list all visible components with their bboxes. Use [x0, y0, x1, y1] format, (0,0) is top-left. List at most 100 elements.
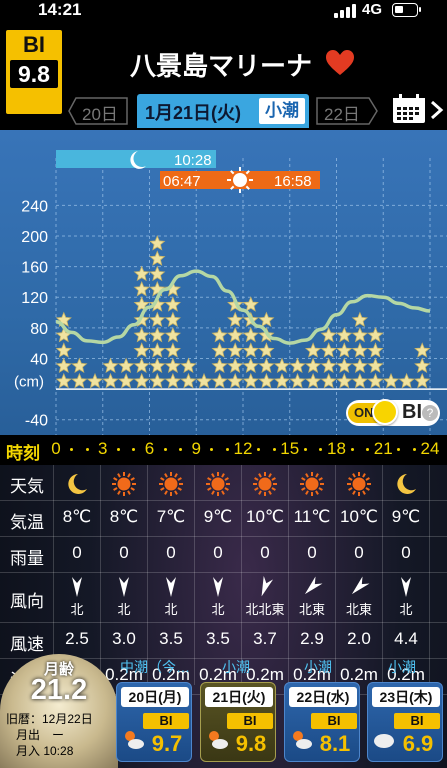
- wind-arrow-icon: [72, 577, 82, 597]
- bi-star: [242, 372, 259, 389]
- y-tick-label: 200: [21, 229, 48, 246]
- weather-cell: [336, 471, 382, 502]
- bi-star: [133, 265, 150, 282]
- rainfall-cell: 0: [401, 543, 411, 562]
- bi-star: [102, 357, 119, 374]
- next-day-tab[interactable]: 22日: [316, 97, 378, 125]
- weather-row-label: 天気: [10, 477, 44, 496]
- bi-toggle[interactable]: ON BI ?: [346, 399, 440, 426]
- bi-star: [367, 326, 384, 343]
- wind-direction-label: 北: [211, 602, 225, 617]
- lunar-date: 旧暦：12月22日: [6, 712, 93, 726]
- bi-star: [180, 357, 197, 374]
- sunrise-label: 06:47: [163, 173, 201, 190]
- column-divider: [53, 465, 54, 685]
- battery-icon: [392, 3, 421, 17]
- bi-star: [320, 342, 337, 358]
- bi-star: [242, 342, 259, 358]
- tide-sub-3: 小潮: [388, 659, 416, 675]
- column-divider: [100, 465, 101, 685]
- bi-star: [227, 372, 244, 389]
- wind-arrow-icon: [304, 576, 323, 595]
- heart-icon[interactable]: [326, 50, 354, 76]
- weather-table: 天気 気温 8℃ 8℃ 7℃ 9℃ 10℃ 11℃ 10℃ 9℃ 雨量 0 0 0 0 0 0 0 0 風向…: [0, 465, 447, 695]
- bi-star: [149, 357, 166, 374]
- bi-star: [351, 372, 369, 389]
- temperature-cell: 8℃: [109, 507, 139, 526]
- time-tick-dot: [132, 448, 136, 451]
- current-date-tab: 1月21日(火) 小潮: [137, 94, 309, 128]
- bi-star: [242, 357, 259, 374]
- weather-cell: [101, 471, 147, 502]
- day-card-bi-label: BI: [143, 713, 189, 729]
- y-tick-label: 40: [30, 351, 48, 368]
- sun-icon: [253, 472, 277, 496]
- weather-cell: [195, 471, 241, 502]
- bi-star: [367, 372, 384, 389]
- bi-star: [133, 372, 150, 389]
- tide-name: 小潮: [259, 98, 305, 124]
- day-card-bi-label: BI: [311, 713, 357, 729]
- day-card-22[interactable]: 22日(水) BI 8.1: [284, 682, 360, 762]
- column-divider: [429, 465, 430, 685]
- wind-speed-cell: 3.0: [112, 629, 136, 648]
- bi-star: [227, 342, 244, 358]
- wind-direction-row: 風向 北北北北北北東 北東 北東北: [0, 573, 447, 623]
- bi-star: [320, 357, 337, 374]
- status-time: 14:21: [38, 0, 82, 19]
- time-tick-label: 9: [191, 439, 201, 458]
- temperature-cell: 11℃: [293, 507, 331, 526]
- temperature-cell: 9℃: [203, 507, 233, 526]
- help-icon[interactable]: ?: [422, 405, 438, 421]
- weather-cell: [148, 471, 194, 502]
- time-tick-dot: [179, 448, 183, 451]
- wind-direction-cell: 北: [101, 577, 147, 618]
- tide-chart: 240 200 160 120 80 40 -40 (cm) 10:28 06:47 16:58: [0, 130, 447, 435]
- bi-star: [227, 311, 244, 328]
- y-tick-label: -40: [25, 413, 48, 430]
- wind-direction-label: 北: [117, 602, 131, 617]
- time-tick-label: 18: [327, 439, 346, 458]
- bi-badge[interactable]: BI 9.8: [6, 30, 62, 114]
- bi-toggle-knob[interactable]: [372, 399, 398, 425]
- bi-star: [242, 296, 259, 312]
- tide-sub-1: 小潮: [222, 659, 250, 675]
- temperature-cell: 8℃: [62, 507, 92, 526]
- day-card-bi-label: BI: [227, 713, 273, 729]
- day-card-21[interactable]: 21日(火) BI 9.8: [200, 682, 276, 762]
- bi-badge-value: 9.8: [10, 60, 58, 88]
- status-bar: 14:21 4G: [0, 0, 447, 22]
- wind-direction-cell: 北: [148, 577, 194, 618]
- time-tick-dot: [210, 448, 214, 451]
- tide-sub-0: 中潮（今…: [120, 659, 190, 675]
- y-tick-label: 80: [30, 321, 48, 338]
- day-card-23[interactable]: 23日(木) BI 6.9: [367, 682, 443, 762]
- rainfall-cell: 0: [166, 543, 176, 562]
- bi-star: [86, 372, 104, 389]
- bi-toggle-state: ON: [354, 405, 374, 420]
- bi-badge-label: BI: [23, 32, 45, 57]
- prev-day-label: 20日: [82, 105, 118, 124]
- bi-toggle-switch[interactable]: ON: [348, 399, 398, 425]
- bi-star: [336, 372, 353, 389]
- prev-day-tab[interactable]: 20日: [68, 97, 128, 125]
- wind-arrow-icon: [401, 577, 411, 597]
- bi-star: [149, 235, 166, 251]
- bi-star: [211, 342, 228, 358]
- rainfall-cell: 0: [307, 543, 317, 562]
- wind-speed-cell: 4.4: [394, 629, 418, 648]
- calendar-icon[interactable]: [391, 94, 427, 124]
- time-tick-label: 6: [144, 439, 155, 458]
- bi-star: [149, 372, 166, 389]
- day-card-20[interactable]: 20日(月) BI 9.7: [116, 682, 192, 762]
- day-card-bi-value: 9.7: [151, 731, 183, 756]
- moon-age-value: 21.2: [30, 674, 88, 706]
- day-card-bi-label: BI: [394, 713, 440, 729]
- moon-age-badge[interactable]: 月齢 21.2 旧暦：12月22日 月出 ー 月入 10:28: [0, 654, 118, 768]
- time-tick-dot: [85, 448, 89, 451]
- chevron-right-icon[interactable]: [430, 100, 444, 120]
- rainfall-row: 雨量 0 0 0 0 0 0 0 0: [0, 537, 447, 573]
- bi-star: [164, 342, 182, 358]
- wind-arrow-icon: [166, 577, 176, 597]
- bi-star: [149, 250, 166, 266]
